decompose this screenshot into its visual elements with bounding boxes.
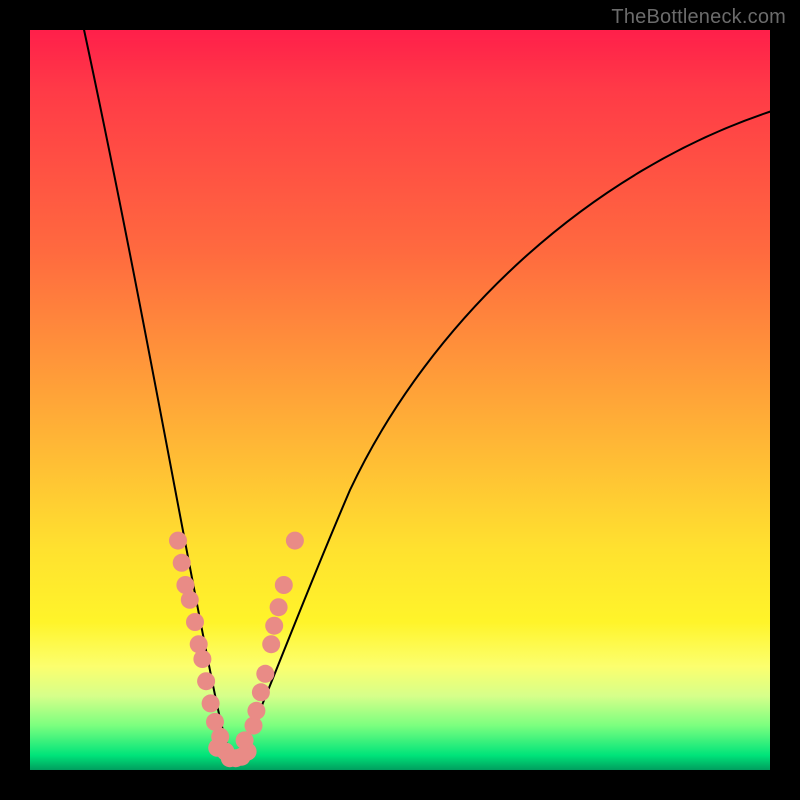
highlight-dot [173,554,191,572]
highlight-dot [193,650,211,668]
highlight-dot [265,617,283,635]
curve-layer [30,30,770,770]
highlight-dot [256,665,274,683]
watermark-text: TheBottleneck.com [611,6,786,29]
highlight-dot [286,532,304,550]
bottleneck-curve-left [83,25,235,765]
highlight-dot [275,576,293,594]
highlight-dot [169,532,187,550]
chart-frame: TheBottleneck.com [0,0,800,800]
plot-area [30,30,770,770]
highlight-dot [186,613,204,631]
highlight-dot [197,672,215,690]
highlight-dot [181,591,199,609]
bottleneck-curve-right [235,110,775,765]
highlight-dot [247,702,265,720]
highlight-dot [252,683,270,701]
highlight-dot [262,635,280,653]
highlight-dot [202,694,220,712]
highlight-dot [270,598,288,616]
